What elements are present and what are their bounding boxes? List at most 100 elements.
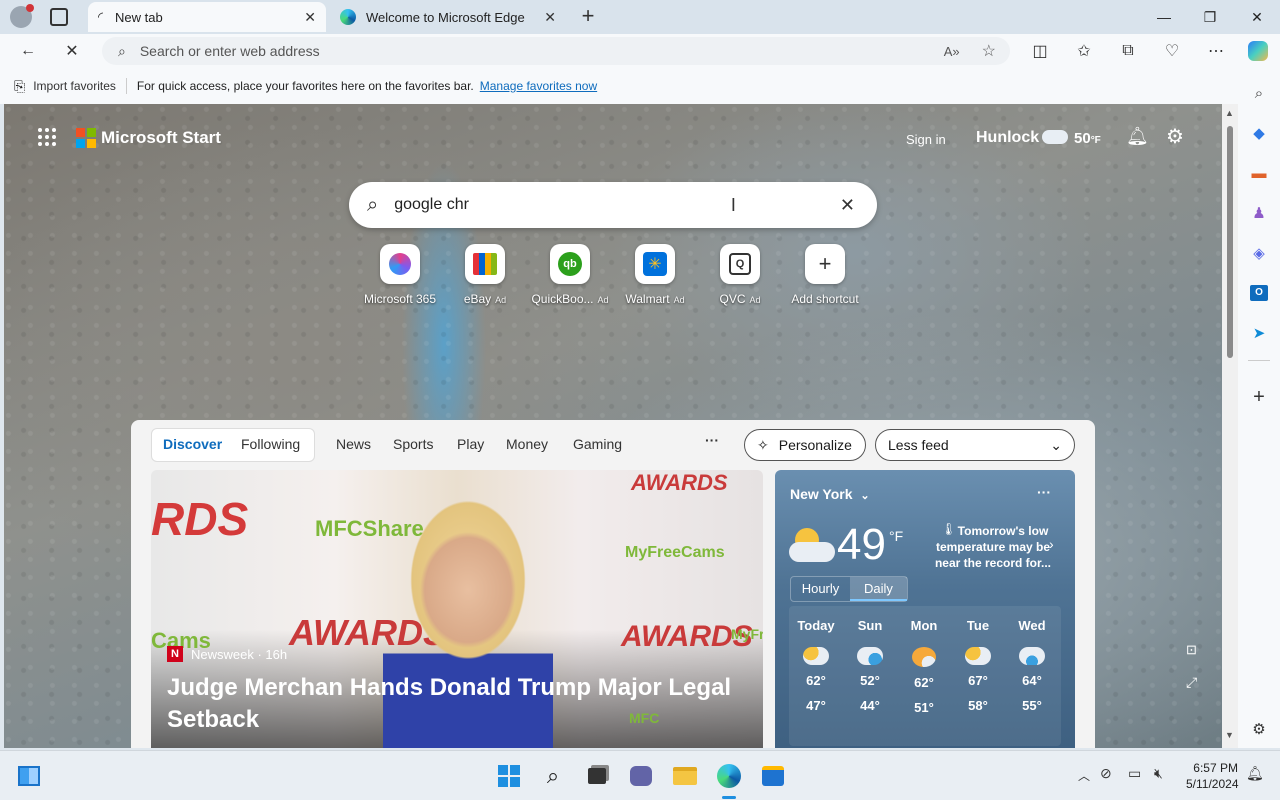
address-bar[interactable]: ⌕ Search or enter web address A» ☆ <box>102 37 1010 65</box>
clock[interactable]: 6:57 PM 5/11/2024 <box>1186 760 1239 792</box>
weather-note[interactable]: Tomorrow's low temperature may be near t… <box>931 523 1055 571</box>
forecast-day[interactable]: Today 62° 47° <box>789 618 843 713</box>
m365-icon <box>389 253 411 275</box>
outlook-icon[interactable]: O <box>1246 280 1272 306</box>
tab-welcome-edge[interactable]: Welcome to Microsoft Edge ✕ <box>330 2 566 32</box>
shopping-tag-icon[interactable]: ◆ <box>1246 120 1272 146</box>
tab-sports[interactable]: Sports <box>393 436 433 452</box>
notification-center-icon[interactable]: 🔔︎ <box>1246 765 1264 782</box>
brand-title[interactable]: Microsoft Start <box>101 128 221 148</box>
scrollbar-thumb[interactable] <box>1227 126 1233 358</box>
add-shortcut-button[interactable]: + Add shortcut <box>780 244 870 306</box>
show-hidden-icons-icon[interactable]: ︿ <box>1078 767 1090 784</box>
article-headline[interactable]: Judge Merchan Hands Donald Trump Major L… <box>167 672 737 736</box>
shortcut-qvc[interactable]: Q QVC Ad <box>695 244 785 306</box>
tab-hourly[interactable]: Hourly <box>791 577 850 601</box>
copilot-icon[interactable] <box>1244 38 1272 64</box>
forecast-day[interactable]: Tue 67° 58° <box>951 618 1005 713</box>
teams-chat-icon[interactable] <box>626 761 656 791</box>
profile-avatar[interactable] <box>10 4 34 28</box>
store-icon[interactable] <box>758 761 788 791</box>
web-search-box[interactable]: ⌕ google chr I ✕ <box>349 182 877 228</box>
shortcut-walmart[interactable]: ✳ Walmart Ad <box>610 244 700 306</box>
tab-gaming[interactable]: Gaming <box>573 436 622 452</box>
import-favorites-button[interactable]: Import favorites <box>33 79 116 93</box>
more-options-icon[interactable]: ⋯ <box>1202 38 1230 64</box>
favorites-icon[interactable]: ✩ <box>1070 38 1098 64</box>
tab-news[interactable]: News <box>336 436 371 452</box>
sidebar-settings-icon[interactable]: ⚙ <box>1246 716 1272 742</box>
weather-location[interactable]: Hunlock <box>976 129 1039 147</box>
chevron-right-icon[interactable]: › <box>1049 536 1054 552</box>
new-tab-page: Microsoft Start Sign in Hunlock 50°F 🔔︎ … <box>4 104 1222 748</box>
tab-daily[interactable]: Daily <box>849 577 907 601</box>
favorite-star-icon[interactable]: ☆ <box>982 41 996 61</box>
weather-city[interactable]: New York ⌄ <box>790 486 870 502</box>
close-tab-icon[interactable]: ✕ <box>304 9 316 26</box>
feed-layout-select[interactable]: Less feed ⌄ <box>875 429 1075 461</box>
stop-loading-button[interactable]: ✕ <box>58 38 86 64</box>
more-tabs-button[interactable]: ··· <box>705 432 719 448</box>
start-button[interactable] <box>494 761 524 791</box>
close-window-button[interactable]: ✕ <box>1234 0 1280 34</box>
task-view-icon[interactable] <box>582 761 612 791</box>
volume-icon[interactable]: 🔇︎ <box>1154 765 1163 782</box>
read-aloud-icon[interactable]: A» <box>944 44 960 59</box>
shortcut-ebay[interactable]: eBay Ad <box>440 244 530 306</box>
send-icon[interactable]: ➤ <box>1246 320 1272 346</box>
sign-in-link[interactable]: Sign in <box>906 132 946 147</box>
settings-gear-icon[interactable]: ⚙ <box>1166 124 1184 149</box>
tab-title: New tab <box>115 9 163 25</box>
search-icon[interactable]: ⌕ <box>1246 80 1272 106</box>
weather-card[interactable]: New York ⌄ ··· 49 °F 🌡︎ Tomorrow's low t… <box>775 470 1075 748</box>
games-icon[interactable]: ♟ <box>1246 200 1272 226</box>
shortcut-quickbooks[interactable]: qb QuickBoo... Ad <box>525 244 615 306</box>
network-icon[interactable]: ⊘ <box>1100 765 1112 782</box>
weather-more-icon[interactable]: ··· <box>1037 484 1051 500</box>
browser-essentials-icon[interactable]: ♡ <box>1158 38 1186 64</box>
tab-new-tab[interactable]: ◜ New tab ✕ <box>88 2 326 32</box>
file-explorer-icon[interactable] <box>670 761 700 791</box>
tab-money[interactable]: Money <box>506 436 548 452</box>
tab-following[interactable]: Following <box>241 436 300 452</box>
new-tab-button[interactable]: + <box>576 4 600 28</box>
split-screen-icon[interactable]: ◫ <box>1026 38 1054 64</box>
chevron-down-icon: ⌄ <box>860 490 870 502</box>
shortcut-microsoft-365[interactable]: Microsoft 365 <box>355 244 445 306</box>
manage-favorites-link[interactable]: Manage favorites now <box>480 79 597 93</box>
hero-article-card[interactable]: RDS MFCShare AWARDS MyFreeCams Cams AWAR… <box>151 470 763 748</box>
notifications-bell-icon[interactable]: 🔔︎ <box>1126 126 1149 147</box>
personalize-button[interactable]: ✧ Personalize <box>744 429 866 461</box>
taskbar-search-icon[interactable]: ⌕ <box>538 761 568 791</box>
widgets-icon[interactable] <box>14 761 44 791</box>
search-input[interactable]: google chr <box>394 196 469 214</box>
microsoft-365-icon[interactable]: ◈ <box>1246 240 1272 266</box>
apps-launcher-icon[interactable] <box>38 128 56 146</box>
article-source: Newsweek · 16h <box>191 647 288 662</box>
scroll-down-icon[interactable]: ▼ <box>1225 730 1234 740</box>
scroll-up-icon[interactable]: ▲ <box>1225 108 1234 118</box>
forecast-day[interactable]: Sun 52° 44° <box>843 618 897 713</box>
image-info-icon[interactable]: ⊡ <box>1186 642 1197 658</box>
forecast-day[interactable]: Mon 62° 51° <box>897 618 951 715</box>
forecast-day[interactable]: Wed 64° 55° <box>1005 618 1059 713</box>
text-cursor-icon: I <box>730 194 736 215</box>
tab-play[interactable]: Play <box>457 436 484 452</box>
tools-icon[interactable]: ▬ <box>1246 160 1272 186</box>
rain-cloud-icon <box>1019 647 1045 665</box>
back-button[interactable]: ← <box>14 38 42 64</box>
expand-icon[interactable]: ⤢ <box>1186 674 1197 691</box>
partly-cloudy-icon <box>789 528 835 564</box>
display-icon[interactable]: ▭ <box>1128 765 1141 782</box>
tab-actions-icon[interactable] <box>50 8 68 26</box>
edge-taskbar-icon[interactable] <box>714 761 744 791</box>
page-scrollbar[interactable]: ▲ ▼ <box>1222 104 1238 748</box>
tab-discover[interactable]: Discover <box>163 436 222 452</box>
restore-button[interactable]: ❐ <box>1187 0 1233 34</box>
cloud-icon <box>1042 130 1068 144</box>
close-tab-icon[interactable]: ✕ <box>544 9 556 26</box>
collections-icon[interactable]: ⧉ <box>1114 38 1142 64</box>
minimize-button[interactable]: — <box>1141 0 1187 34</box>
add-sidebar-app-icon[interactable]: + <box>1246 384 1272 410</box>
clear-search-icon[interactable]: ✕ <box>840 195 855 216</box>
